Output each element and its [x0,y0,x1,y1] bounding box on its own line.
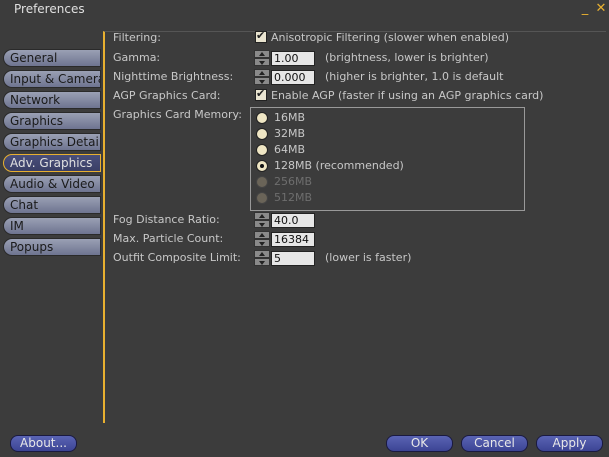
memory-16mb-radio[interactable] [256,112,268,124]
memory-32mb-radio[interactable] [256,128,268,140]
spin-up-icon[interactable] [254,250,270,258]
outfit-stepper[interactable] [254,250,270,266]
spin-down-icon[interactable] [254,77,270,85]
title-bar: Preferences _ ✕ [0,0,609,20]
cancel-button[interactable]: Cancel [461,435,528,452]
spin-up-icon[interactable] [254,212,270,220]
close-icon[interactable]: ✕ [594,1,608,17]
spin-down-icon[interactable] [254,239,270,247]
ok-button[interactable]: OK [386,435,453,452]
outfit-hint: (lower is faster) [325,251,412,264]
memory-128mb-label: 128MB (recommended) [274,159,404,172]
tab-audio-video[interactable]: Audio & Video [3,175,101,193]
tab-im[interactable]: IM [3,217,101,235]
filtering-label: Filtering: [113,31,161,44]
spin-down-icon[interactable] [254,220,270,228]
nighttime-field[interactable]: 0.000 [271,70,315,85]
nighttime-label: Nighttime Brightness: [113,70,234,83]
agp-checkbox-label: Enable AGP (faster if using an AGP graph… [271,89,544,102]
anisotropic-checkbox[interactable] [255,29,267,43]
memory-256mb-radio [256,176,268,188]
particles-field[interactable]: 16384 [271,232,315,247]
tab-input-camera[interactable]: Input & Camera [3,70,101,88]
spin-up-icon[interactable] [254,50,270,58]
window-title: Preferences [14,2,85,16]
tab-adv-graphics[interactable]: Adv. Graphics [3,154,101,172]
minimize-icon[interactable]: _ [578,1,592,17]
spin-up-icon[interactable] [254,69,270,77]
outfit-field[interactable]: 5 [271,251,315,266]
apply-button[interactable]: Apply [536,435,603,452]
gamma-field[interactable]: 1.00 [271,51,315,66]
gamma-hint: (brightness, lower is brighter) [325,51,489,64]
particles-stepper[interactable] [254,231,270,247]
memory-256mb-label: 256MB [274,175,313,188]
gamma-label: Gamma: [113,51,161,64]
spin-up-icon[interactable] [254,231,270,239]
nighttime-stepper[interactable] [254,69,270,85]
agp-label: AGP Graphics Card: [113,89,221,102]
memory-64mb-label: 64MB [274,143,306,156]
memory-64mb-radio[interactable] [256,144,268,156]
memory-32mb-label: 32MB [274,127,306,140]
fog-label: Fog Distance Ratio: [113,213,220,226]
memory-128mb-radio[interactable] [256,160,268,172]
particles-label: Max. Particle Count: [113,232,224,245]
memory-512mb-radio [256,192,268,204]
spin-down-icon[interactable] [254,58,270,66]
gamma-stepper[interactable] [254,50,270,66]
spin-down-icon[interactable] [254,258,270,266]
memory-512mb-label: 512MB [274,191,313,204]
memory-16mb-label: 16MB [274,111,306,124]
tab-graphics[interactable]: Graphics [3,112,101,130]
fog-stepper[interactable] [254,212,270,228]
memory-label: Graphics Card Memory: [113,108,242,121]
tab-network[interactable]: Network [3,91,101,109]
agp-checkbox[interactable] [255,87,267,101]
about-button[interactable]: About... [10,435,77,452]
tab-chat[interactable]: Chat [3,196,101,214]
nighttime-hint: (higher is brighter, 1.0 is default [325,70,504,83]
tab-popups[interactable]: Popups [3,238,101,256]
fog-field[interactable]: 40.0 [271,213,315,228]
outfit-label: Outfit Composite Limit: [113,251,241,264]
tab-general[interactable]: General [3,49,101,67]
anisotropic-label: Anisotropic Filtering (slower when enabl… [271,31,510,44]
tab-graphics-detail[interactable]: Graphics Detail [3,133,101,151]
